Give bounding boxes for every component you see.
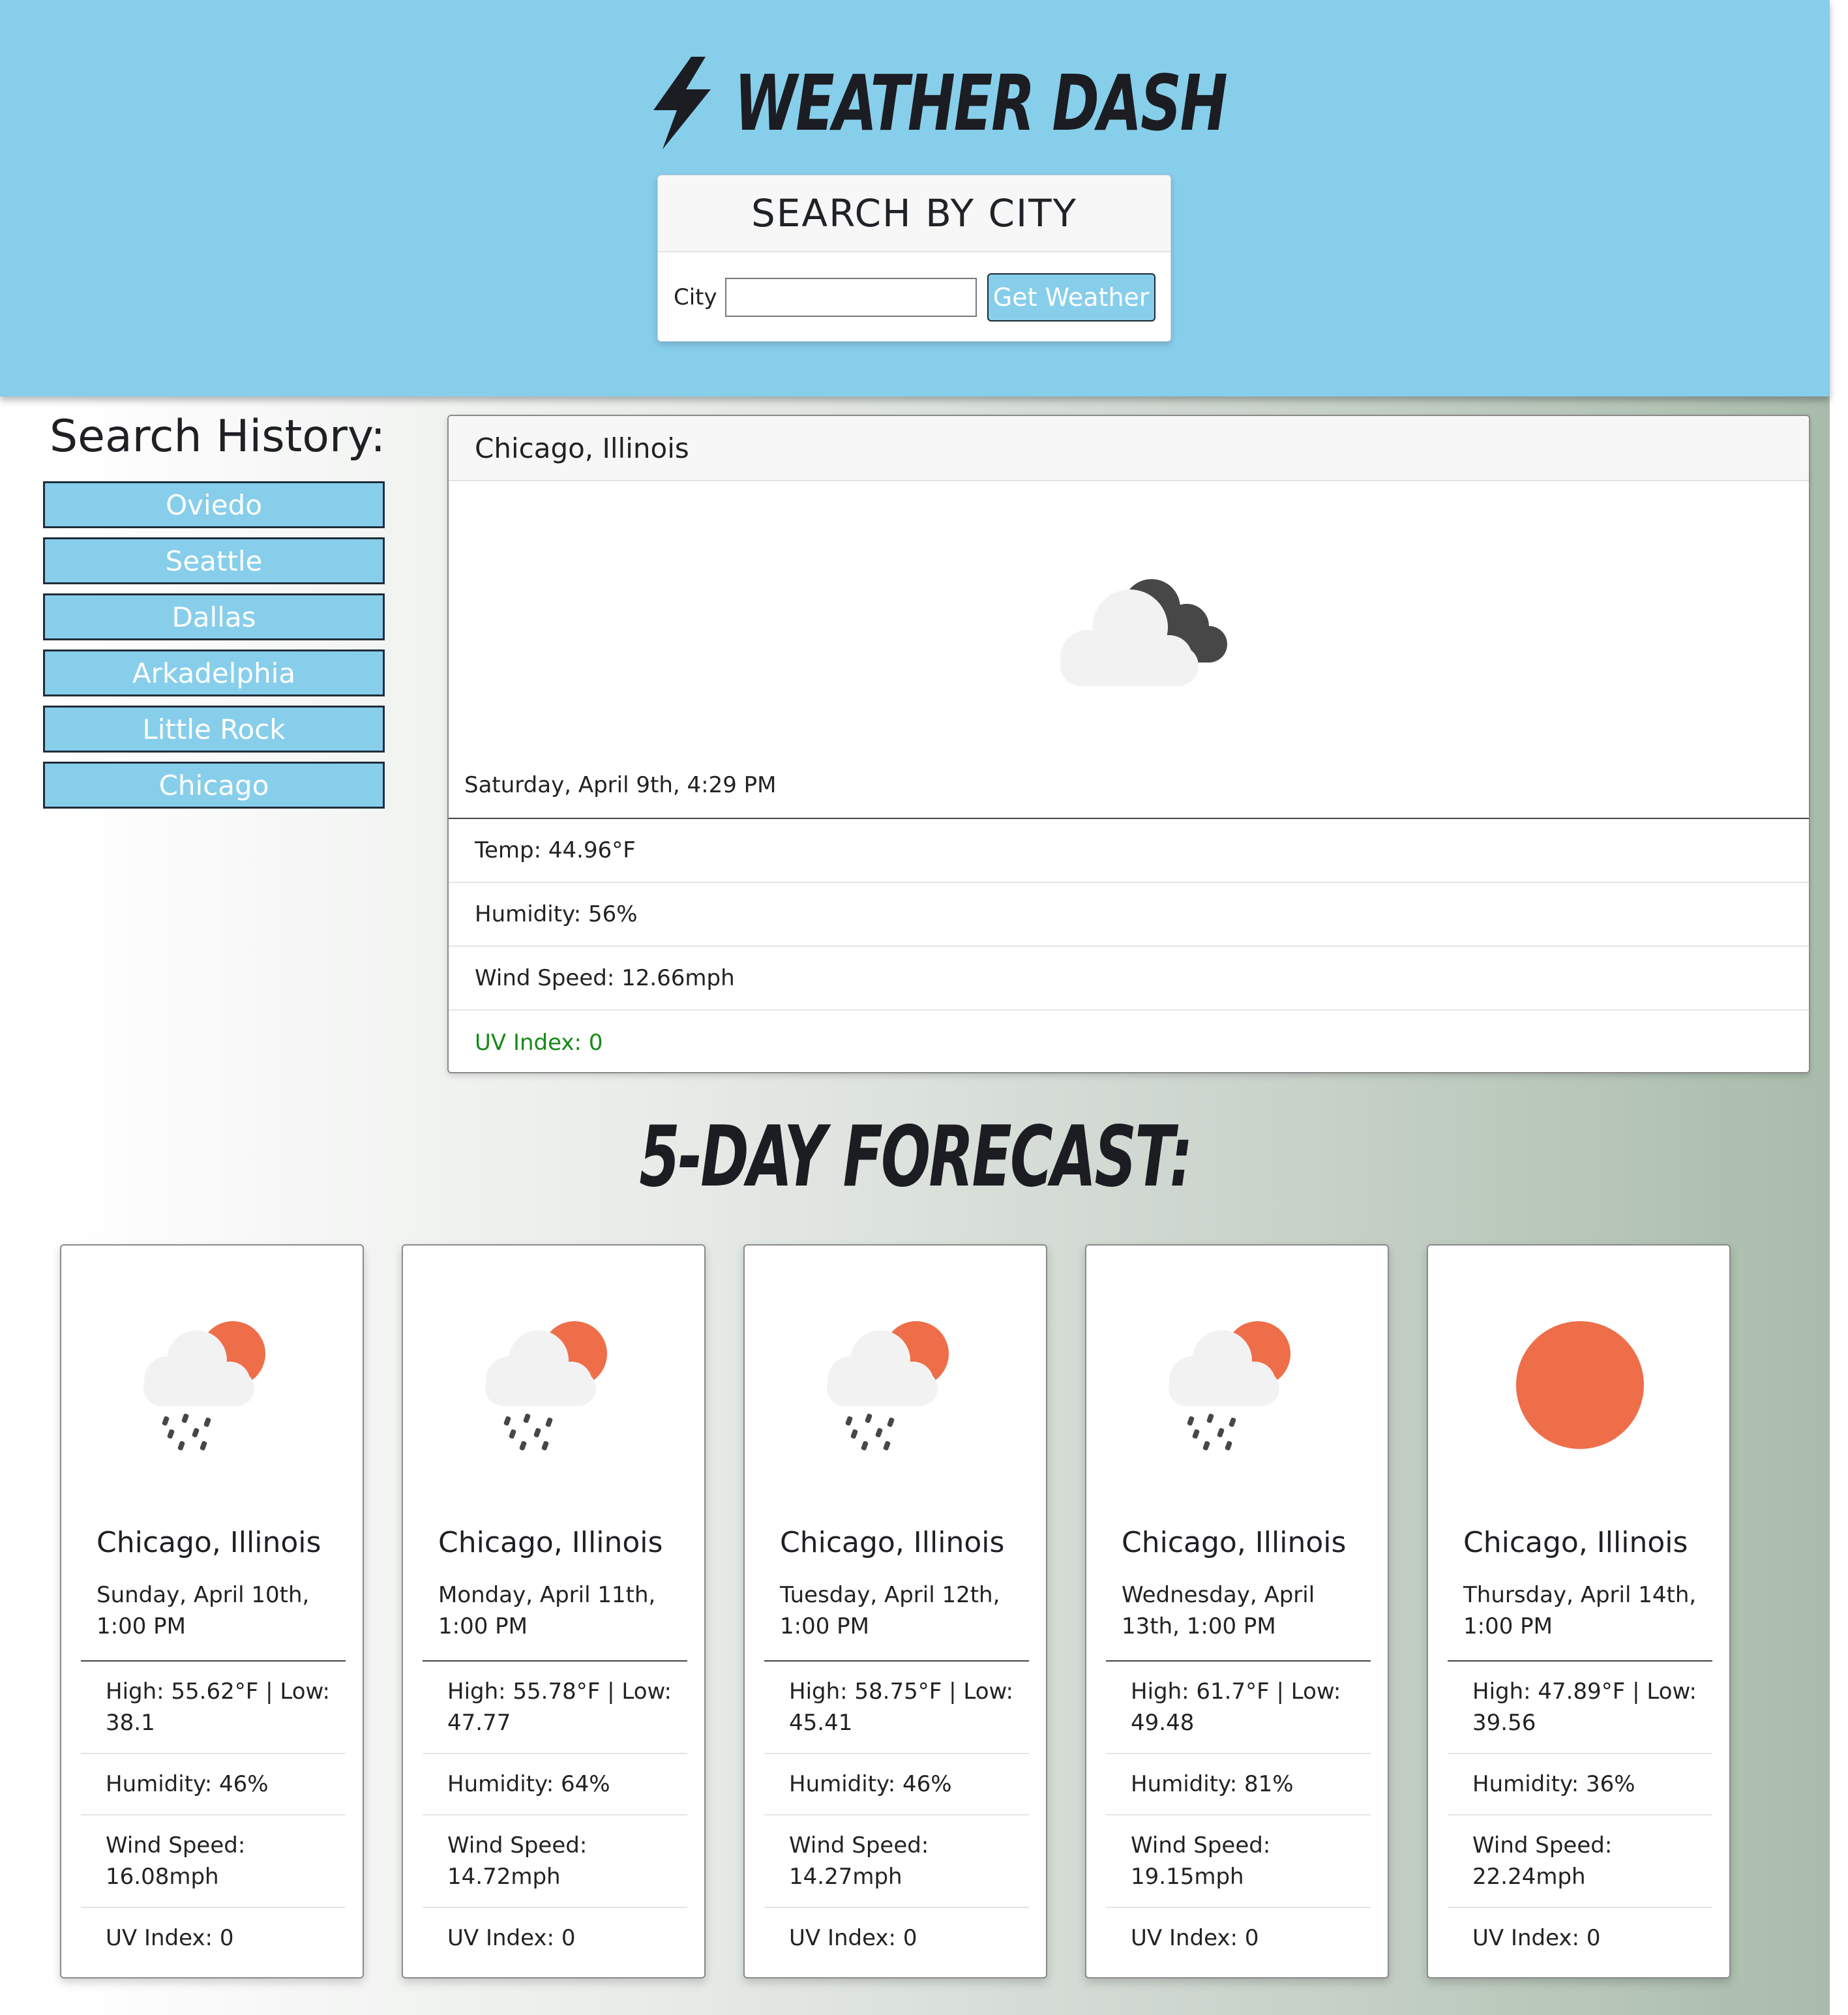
forecast-humidity: Humidity: 64% [423, 1754, 687, 1815]
forecast-card: Chicago, Illinois Tuesday, April 12th, 1… [743, 1244, 1047, 1978]
forecast-date: Monday, April 11th, 1:00 PM [438, 1582, 656, 1639]
get-weather-button[interactable]: Get Weather [987, 273, 1155, 321]
current-location: Chicago, Illinois [449, 416, 1809, 481]
forecast-humidity: Humidity: 46% [81, 1754, 346, 1815]
rain-sun-icon [485, 1321, 607, 1451]
forecast-date: Tuesday, April 12th, 1:00 PM [780, 1582, 1000, 1639]
forecast-high-low: High: 58.75°F | Low: 45.41 [764, 1662, 1029, 1754]
header: Weather Dash SEARCH BY CITY City Get Wea… [0, 0, 1830, 396]
forecast-location: Chicago, Illinois [780, 1526, 1005, 1559]
forecast-wind: Wind Speed: 19.15mph [1106, 1815, 1371, 1908]
current-wind: Wind Speed: 12.66mph [449, 947, 1809, 1011]
forecast-uv-index: UV Index: 0 [447, 1925, 576, 1951]
forecast-high-low: High: 55.78°F | Low: 47.77 [423, 1662, 687, 1754]
history-button-dallas[interactable]: Dallas [43, 593, 385, 640]
forecast-uv-index: UV Index: 0 [1472, 1925, 1601, 1951]
forecast-card: Chicago, Illinois Wednesday, April 13th,… [1085, 1244, 1389, 1978]
rain-sun-icon [1169, 1321, 1290, 1451]
search-card-title: SEARCH BY CITY [658, 175, 1170, 252]
search-form: City Get Weather [674, 273, 1155, 321]
cloudy-dark-cloud-icon [1060, 579, 1227, 686]
forecast-uv-index: UV Index: 0 [106, 1925, 234, 1951]
forecast-location: Chicago, Illinois [438, 1526, 663, 1559]
city-input[interactable] [724, 278, 977, 317]
current-details: Temp: 44.96°F Humidity: 56% Wind Speed: … [449, 818, 1809, 1072]
current-uv-index: UV Index: 0 [475, 1030, 603, 1056]
forecast-date: Sunday, April 10th, 1:00 PM [97, 1582, 310, 1639]
sun-icon [1516, 1321, 1644, 1449]
forecast-details: High: 58.75°F | Low: 45.41 Humidity: 46%… [764, 1660, 1029, 1968]
lightning-bolt-icon [653, 57, 711, 149]
page-edge [1830, 0, 1848, 2015]
search-history-title: Search History: [50, 411, 386, 462]
forecast-humidity: Humidity: 81% [1106, 1754, 1371, 1815]
forecast-card: Chicago, Illinois Sunday, April 10th, 1:… [60, 1244, 364, 1978]
forecast-location: Chicago, Illinois [1122, 1526, 1347, 1559]
forecast-title-text: 5-Day Forecast: [638, 1109, 1193, 1206]
forecast-high-low: High: 55.62°F | Low: 38.1 [81, 1662, 346, 1754]
history-button-chicago[interactable]: Chicago [43, 762, 385, 809]
forecast-details: High: 61.7°F | Low: 49.48 Humidity: 81% … [1106, 1660, 1371, 1968]
forecast-humidity: Humidity: 36% [1448, 1754, 1712, 1815]
forecast-card: Chicago, Illinois Thursday, April 14th, … [1427, 1244, 1731, 1978]
forecast-wind: Wind Speed: 14.72mph [423, 1815, 687, 1908]
forecast-details: High: 47.89°F | Low: 39.56 Humidity: 36%… [1448, 1660, 1712, 1968]
current-date: Saturday, April 9th, 4:29 PM [464, 772, 777, 798]
forecast-location: Chicago, Illinois [97, 1526, 321, 1559]
forecast-details: High: 55.62°F | Low: 38.1 Humidity: 46% … [81, 1660, 346, 1968]
rain-sun-icon [143, 1321, 265, 1451]
forecast-date: Thursday, April 14th, 1:00 PM [1463, 1582, 1697, 1639]
forecast-high-low: High: 61.7°F | Low: 49.48 [1106, 1662, 1371, 1754]
current-weather-card: Chicago, Illinois Saturday, April 9th, 4… [447, 415, 1810, 1073]
history-button-little-rock[interactable]: Little Rock [43, 706, 385, 753]
forecast-humidity: Humidity: 46% [764, 1754, 1029, 1815]
forecast-date: Wednesday, April 13th, 1:00 PM [1122, 1582, 1315, 1639]
forecast-uv-index: UV Index: 0 [1131, 1925, 1259, 1951]
current-humidity: Humidity: 56% [449, 883, 1809, 947]
history-button-arkadelphia[interactable]: Arkadelphia [43, 649, 385, 696]
forecast-title: 5-Day Forecast: [0, 1109, 1830, 1206]
forecast-uv-index: UV Index: 0 [789, 1925, 917, 1951]
search-card: SEARCH BY CITY City Get Weather [657, 175, 1171, 342]
app-title: Weather Dash [734, 58, 1228, 148]
forecast-card: Chicago, Illinois Monday, April 11th, 1:… [402, 1244, 706, 1978]
city-label: City [674, 284, 717, 310]
rain-sun-icon [827, 1321, 949, 1451]
forecast-details: High: 55.78°F | Low: 47.77 Humidity: 64%… [423, 1660, 687, 1968]
brand: Weather Dash [0, 51, 1830, 155]
forecast-wind: Wind Speed: 22.24mph [1448, 1815, 1712, 1908]
history-button-oviedo[interactable]: Oviedo [43, 481, 385, 528]
forecast-wind: Wind Speed: 14.27mph [764, 1815, 1029, 1908]
forecast-location: Chicago, Illinois [1463, 1526, 1688, 1559]
history-button-seattle[interactable]: Seattle [43, 537, 385, 584]
forecast-high-low: High: 47.89°F | Low: 39.56 [1448, 1662, 1712, 1754]
current-temp: Temp: 44.96°F [449, 819, 1809, 883]
forecast-wind: Wind Speed: 16.08mph [81, 1815, 346, 1908]
